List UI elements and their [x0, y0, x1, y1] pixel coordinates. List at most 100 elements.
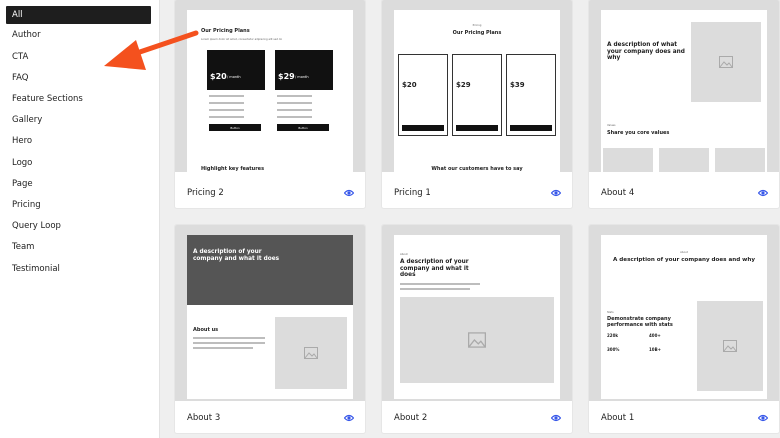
- category-cta[interactable]: CTA: [6, 48, 151, 66]
- plan-card: $20: [398, 54, 448, 136]
- category-all[interactable]: All: [6, 6, 151, 24]
- category-pricing[interactable]: Pricing: [6, 196, 151, 214]
- card-title: About 3: [187, 413, 221, 423]
- image-icon: [719, 56, 733, 68]
- feature-line: [209, 116, 244, 118]
- plan-price: $39: [510, 81, 525, 89]
- pattern-card-pricing-2[interactable]: Our Pricing Plans Lorem ipsum dolor sit …: [175, 0, 365, 208]
- plan-button: Button: [209, 124, 261, 131]
- preview-bottom-heading: What our customers have to say: [431, 166, 523, 172]
- card-footer: About 3: [175, 403, 365, 433]
- preview-heading: A description of your company does and w…: [613, 257, 755, 263]
- stat-value: 220k: [607, 333, 619, 338]
- eye-icon[interactable]: [551, 414, 561, 422]
- stats-heading: Demonstrate company performance with sta…: [607, 316, 673, 328]
- card-title: Pricing 1: [394, 188, 431, 198]
- plan-card: $39: [506, 54, 556, 136]
- plan-button: [510, 125, 552, 131]
- stat-value: 10B+: [649, 347, 661, 352]
- preview-text: Lorem ipsum dolor sit amet, consectetur …: [201, 38, 283, 41]
- plan-per: / month: [295, 75, 309, 79]
- plan-button-label: Button: [298, 125, 308, 130]
- plan-button: [456, 125, 498, 131]
- preview-page: A description of your company and what i…: [187, 235, 353, 399]
- preview-eyebrow: Pricing: [472, 24, 482, 27]
- plan-button-label: Button: [230, 125, 240, 130]
- text-line: [400, 288, 470, 290]
- image-placeholder: [715, 148, 765, 172]
- plan-price: $29: [456, 81, 471, 89]
- preview-eyebrow: Values: [607, 124, 616, 127]
- category-query-loop[interactable]: Query Loop: [6, 217, 151, 235]
- eye-icon[interactable]: [758, 189, 768, 197]
- card-title: About 4: [601, 188, 635, 198]
- hero-heading: A description of your company and what i…: [193, 249, 280, 262]
- stats-eyebrow: Stats: [607, 311, 614, 314]
- image-placeholder: [691, 22, 761, 102]
- pattern-card-about-3[interactable]: A description of your company and what i…: [175, 225, 365, 433]
- pattern-card-pricing-1[interactable]: Pricing Our Pricing Plans $20 $29 $39 Wh…: [382, 0, 572, 208]
- preview-values-heading: Share you core values: [607, 130, 670, 136]
- card-title: About 1: [601, 413, 635, 423]
- card-title: Pricing 2: [187, 188, 224, 198]
- card-footer: Pricing 2: [175, 178, 365, 208]
- plan-price: $20: [402, 81, 417, 89]
- category-page[interactable]: Page: [6, 175, 151, 193]
- category-logo[interactable]: Logo: [6, 154, 151, 172]
- text-line: [193, 342, 265, 344]
- plan-card-dark: $29 / month: [275, 50, 333, 90]
- hero-section: A description of your company and what i…: [187, 235, 353, 305]
- plan-button: [402, 125, 444, 131]
- category-team[interactable]: Team: [6, 238, 151, 256]
- stat-value: 400+: [649, 333, 661, 338]
- preview-bottom-heading: Highlight key features: [201, 166, 265, 172]
- image-placeholder: [275, 317, 347, 389]
- pattern-card-about-1[interactable]: About A description of your company does…: [589, 225, 779, 433]
- pattern-preview: Pricing Our Pricing Plans $20 $29 $39 Wh…: [382, 0, 572, 172]
- category-hero[interactable]: Hero: [6, 132, 151, 150]
- plan-card: $29: [452, 54, 502, 136]
- feature-line: [277, 95, 312, 97]
- eye-icon[interactable]: [344, 189, 354, 197]
- feature-line: [209, 102, 244, 104]
- card-footer: Pricing 1: [382, 178, 572, 208]
- feature-line: [277, 109, 312, 111]
- plan-price: $29: [278, 72, 295, 81]
- plan-per: / month: [227, 75, 241, 79]
- preview-heading: Our Pricing Plans: [452, 30, 502, 36]
- category-faq[interactable]: FAQ: [6, 69, 151, 87]
- category-gallery[interactable]: Gallery: [6, 111, 151, 129]
- feature-line: [209, 109, 244, 111]
- preview-heading: A description of your company and what i…: [400, 259, 469, 279]
- preview-heading: A description of what your company does …: [607, 42, 685, 62]
- feature-line: [277, 102, 312, 104]
- eye-icon[interactable]: [344, 414, 354, 422]
- preview-page: A description of what your company does …: [601, 10, 767, 172]
- preview-page: Pricing Our Pricing Plans $20 $29 $39 Wh…: [394, 10, 560, 172]
- image-placeholder: [659, 148, 709, 172]
- category-feature-sections[interactable]: Feature Sections: [6, 90, 151, 108]
- eye-icon[interactable]: [758, 414, 768, 422]
- category-testimonial[interactable]: Testimonial: [6, 260, 151, 278]
- pattern-card-about-4[interactable]: A description of what your company does …: [589, 0, 779, 208]
- pattern-card-about-2[interactable]: About A description of your company and …: [382, 225, 572, 433]
- plan-card-dark: $20 / month: [207, 50, 265, 90]
- preview-page: About A description of your company does…: [601, 235, 767, 399]
- card-footer: About 4: [589, 178, 779, 208]
- pattern-preview: About A description of your company and …: [382, 225, 572, 401]
- pattern-preview: About A description of your company does…: [589, 225, 779, 401]
- pattern-preview: A description of what your company does …: [589, 0, 779, 172]
- pattern-preview: A description of your company and what i…: [175, 225, 365, 401]
- preview-page: Our Pricing Plans Lorem ipsum dolor sit …: [187, 10, 353, 172]
- pattern-preview: Our Pricing Plans Lorem ipsum dolor sit …: [175, 0, 365, 172]
- eye-icon[interactable]: [551, 189, 561, 197]
- image-icon: [304, 347, 318, 359]
- category-author[interactable]: Author: [6, 26, 151, 44]
- plan-price: $20: [210, 72, 227, 81]
- text-line: [193, 337, 265, 339]
- preview-eyebrow: About: [400, 253, 408, 256]
- text-line: [193, 347, 253, 349]
- card-title: About 2: [394, 413, 428, 423]
- preview-eyebrow: About: [680, 251, 688, 254]
- preview-page: About A description of your company and …: [394, 235, 560, 399]
